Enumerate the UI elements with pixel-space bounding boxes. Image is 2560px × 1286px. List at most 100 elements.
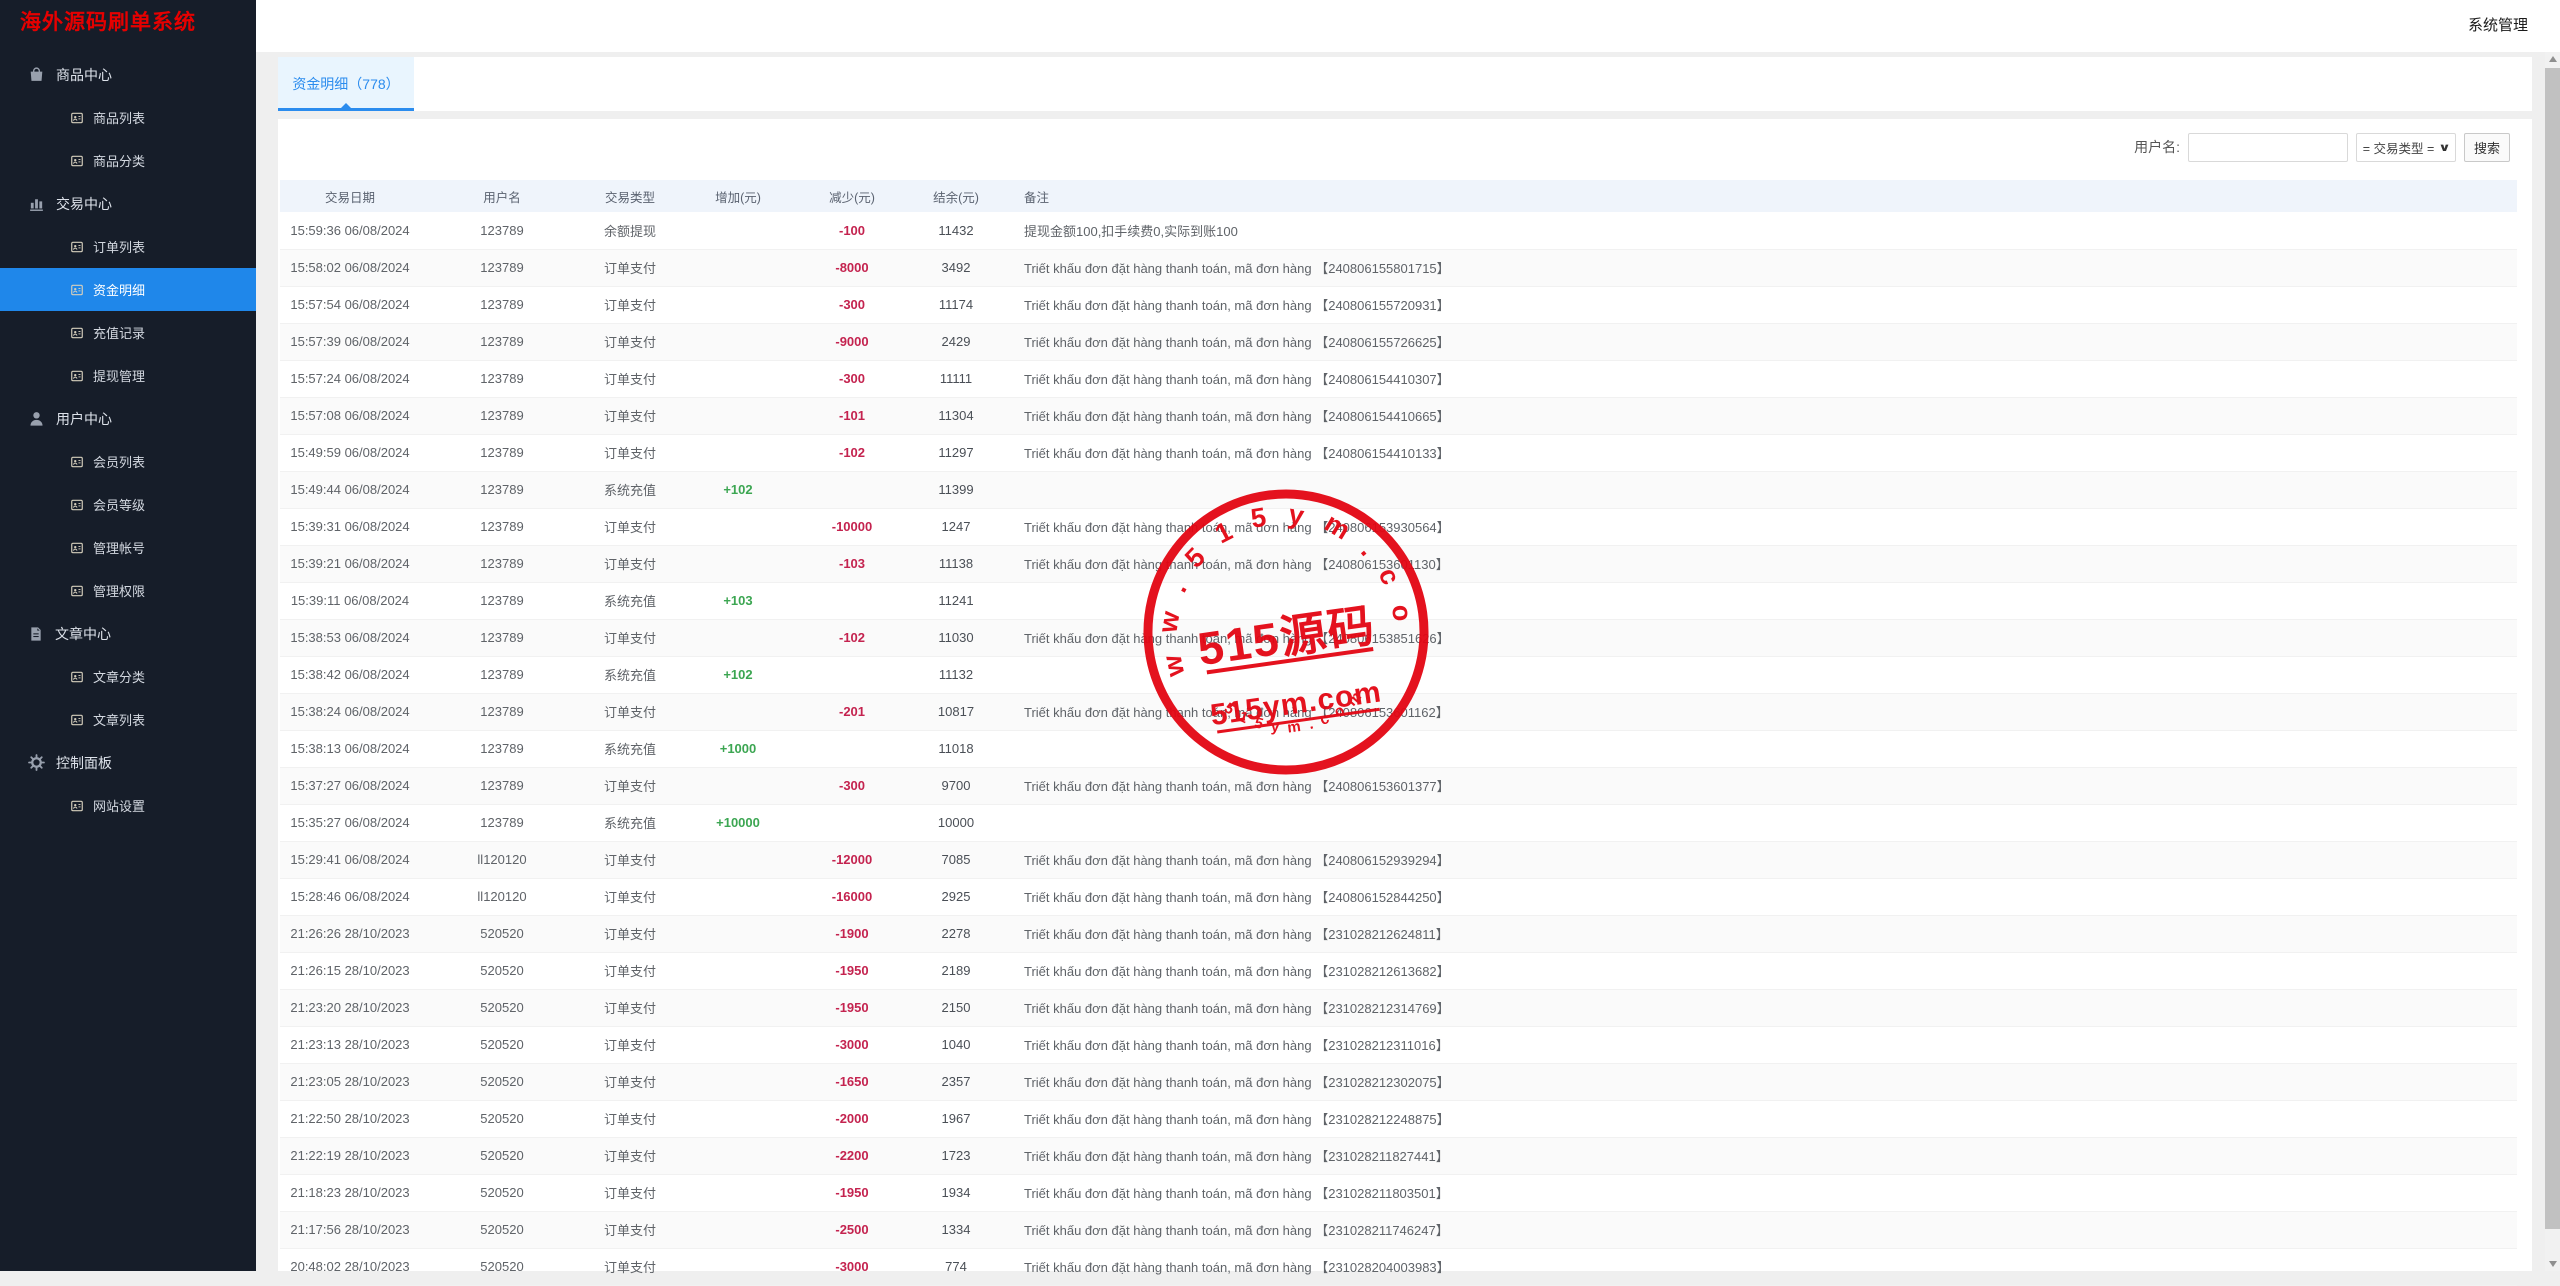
fund-detail-card: 用户名: = 交易类型 = ∨ 搜索 交易日期 用户名 交易类型 增加(元) 减少(元)… xyxy=(278,119,2532,1286)
cell-username: 520520 xyxy=(420,1063,584,1101)
sidebar-item-recharge-records[interactable]: 充值记录 xyxy=(0,311,256,354)
card-icon xyxy=(70,369,84,383)
sidebar-item-member-list[interactable]: 会员列表 xyxy=(0,440,256,483)
cell-type: 订单支付 xyxy=(584,841,676,879)
cell-username: 123789 xyxy=(420,545,584,583)
cell-date: 21:26:26 28/10/2023 xyxy=(280,915,420,953)
cell-decrease: -1950 xyxy=(800,989,904,1027)
vertical-scrollbar[interactable] xyxy=(2545,52,2560,1271)
sidebar-item-product-category[interactable]: 商品分类 xyxy=(0,139,256,182)
cell-increase xyxy=(676,619,800,657)
cell-balance: 11241 xyxy=(904,582,1008,620)
sidebar-item-article-category[interactable]: 文章分类 xyxy=(0,655,256,698)
cell-date: 21:22:50 28/10/2023 xyxy=(280,1100,420,1138)
cell-balance: 7085 xyxy=(904,841,1008,879)
table-row: 21:17:56 28/10/2023 520520 订单支付 -2500 1334 Tr… xyxy=(280,1211,2517,1249)
cell-type: 订单支付 xyxy=(584,323,676,361)
cell-decrease: -3000 xyxy=(800,1248,904,1286)
cell-date: 15:49:44 06/08/2024 xyxy=(280,471,420,509)
system-admin-menu[interactable]: 系统管理 xyxy=(2468,4,2528,48)
username-input[interactable] xyxy=(2188,132,2348,162)
scroll-down-button[interactable] xyxy=(2545,1256,2560,1271)
cell-remark: Triết khấu đơn đặt hàng thanh toán, mã đ… xyxy=(1008,1174,2517,1212)
cell-date: 21:17:56 28/10/2023 xyxy=(280,1211,420,1249)
table-row: 21:18:23 28/10/2023 520520 订单支付 -1950 1934 Tr… xyxy=(280,1174,2517,1212)
scrollbar-thumb[interactable] xyxy=(2545,68,2560,1229)
cell-remark: Triết khấu đơn đặt hàng thanh toán, mã đ… xyxy=(1008,1026,2517,1064)
cell-username: 123789 xyxy=(420,582,584,620)
cell-decrease: -8000 xyxy=(800,249,904,287)
cell-balance: 11030 xyxy=(904,619,1008,657)
sidebar-item-fund-detail[interactable]: 资金明细 xyxy=(0,268,256,311)
table-row: 15:39:31 06/08/2024 123789 订单支付 -10000 1247 T… xyxy=(280,508,2517,546)
sidebar-item-withdraw-manage[interactable]: 提现管理 xyxy=(0,354,256,397)
cell-remark: Triết khấu đơn đặt hàng thanh toán, mã đ… xyxy=(1008,360,2517,398)
cell-date: 15:49:59 06/08/2024 xyxy=(280,434,420,472)
sidebar-item-article-center[interactable]: 文章中心 xyxy=(0,612,256,655)
sidebar-item-product-center[interactable]: 商品中心 xyxy=(0,53,256,96)
cell-balance: 2189 xyxy=(904,952,1008,990)
cell-type: 订单支付 xyxy=(584,1211,676,1249)
cell-type: 订单支付 xyxy=(584,915,676,953)
cell-remark: Triết khấu đơn đặt hàng thanh toán, mã đ… xyxy=(1008,878,2517,916)
sidebar-item-control-panel[interactable]: 控制面板 xyxy=(0,741,256,784)
table-row: 21:22:19 28/10/2023 520520 订单支付 -2200 1723 Tr… xyxy=(280,1137,2517,1175)
cell-decrease: -1900 xyxy=(800,915,904,953)
sidebar-item-trade-center[interactable]: 交易中心 xyxy=(0,182,256,225)
cell-increase xyxy=(676,1137,800,1175)
cell-username: 123789 xyxy=(420,323,584,361)
cell-type: 订单支付 xyxy=(584,397,676,435)
cell-remark: 提现金额100,扣手续费0,实际到账100 xyxy=(1008,212,2517,250)
card-icon xyxy=(70,584,84,598)
table-row: 21:23:05 28/10/2023 520520 订单支付 -1650 2357 Tr… xyxy=(280,1063,2517,1101)
scroll-up-button[interactable] xyxy=(2545,52,2560,67)
table-row: 15:49:44 06/08/2024 123789 系统充值 +102 11399 xyxy=(280,471,2517,509)
cell-username: 123789 xyxy=(420,656,584,694)
cell-decrease: -1950 xyxy=(800,952,904,990)
table-row: 15:29:41 06/08/2024 ll120120 订单支付 -12000 708… xyxy=(280,841,2517,879)
tab-fund-detail[interactable]: 资金明细（778） xyxy=(278,57,414,111)
cell-balance: 11399 xyxy=(904,471,1008,509)
sidebar-item-label: 商品分类 xyxy=(93,154,146,169)
cell-type: 订单支付 xyxy=(584,1137,676,1175)
search-button[interactable]: 搜索 xyxy=(2464,132,2510,162)
cell-decrease xyxy=(800,804,904,842)
cell-type: 订单支付 xyxy=(584,1248,676,1286)
table-row: 15:38:42 06/08/2024 123789 系统充值 +102 11132 xyxy=(280,656,2517,694)
cell-balance: 11132 xyxy=(904,656,1008,694)
cell-username: 123789 xyxy=(420,508,584,546)
cell-username: 520520 xyxy=(420,952,584,990)
sidebar-item-admin-permissions[interactable]: 管理权限 xyxy=(0,569,256,612)
cell-balance: 10000 xyxy=(904,804,1008,842)
cell-decrease: -300 xyxy=(800,286,904,324)
table-row: 15:59:36 06/08/2024 123789 余额提现 -100 11432 提现… xyxy=(280,212,2517,250)
sidebar-item-article-list[interactable]: 文章列表 xyxy=(0,698,256,741)
cell-username: 520520 xyxy=(420,1174,584,1212)
sidebar-item-product-list[interactable]: 商品列表 xyxy=(0,96,256,139)
sidebar-item-site-settings[interactable]: 网站设置 xyxy=(0,784,256,827)
sidebar-item-label: 控制面板 xyxy=(56,754,112,771)
table-row: 21:26:26 28/10/2023 520520 订单支付 -1900 2278 Tr… xyxy=(280,915,2517,953)
cell-date: 15:29:41 06/08/2024 xyxy=(280,841,420,879)
trade-type-select[interactable]: = 交易类型 = ∨ xyxy=(2356,132,2456,162)
table-row: 21:26:15 28/10/2023 520520 订单支付 -1950 2189 Tr… xyxy=(280,952,2517,990)
cell-balance: 11432 xyxy=(904,212,1008,250)
cell-increase: +102 xyxy=(676,656,800,694)
table-row: 15:39:11 06/08/2024 123789 系统充值 +103 11241 xyxy=(280,582,2517,620)
sidebar-item-user-center[interactable]: 用户中心 xyxy=(0,397,256,440)
cell-date: 15:35:27 06/08/2024 xyxy=(280,804,420,842)
table-row: 15:57:24 06/08/2024 123789 订单支付 -300 11111 Tr… xyxy=(280,360,2517,398)
sidebar: 海外源码刷单系统 商品中心 商品列表 商品分类 交易中心 订单列表 资金明细 充值记录 提现管… xyxy=(0,0,256,1271)
cell-increase xyxy=(676,1174,800,1212)
sidebar-item-label: 会员等级 xyxy=(93,498,146,513)
cell-decrease: -9000 xyxy=(800,323,904,361)
sidebar-item-admin-accounts[interactable]: 管理帐号 xyxy=(0,526,256,569)
cell-increase xyxy=(676,323,800,361)
sidebar-item-member-level[interactable]: 会员等级 xyxy=(0,483,256,526)
cell-remark: Triết khấu đơn đặt hàng thanh toán, mã đ… xyxy=(1008,545,2517,583)
table-row: 15:37:27 06/08/2024 123789 订单支付 -300 9700 Tri… xyxy=(280,767,2517,805)
sidebar-menu: 商品中心 商品列表商品分类交易中心 订单列表 资金明细 充值记录 提现管理 用户中心 会员列表… xyxy=(0,53,256,827)
column-header: 交易类型 xyxy=(584,180,676,212)
table-row: 15:57:08 06/08/2024 123789 订单支付 -101 11304 Tr… xyxy=(280,397,2517,435)
sidebar-item-order-list[interactable]: 订单列表 xyxy=(0,225,256,268)
